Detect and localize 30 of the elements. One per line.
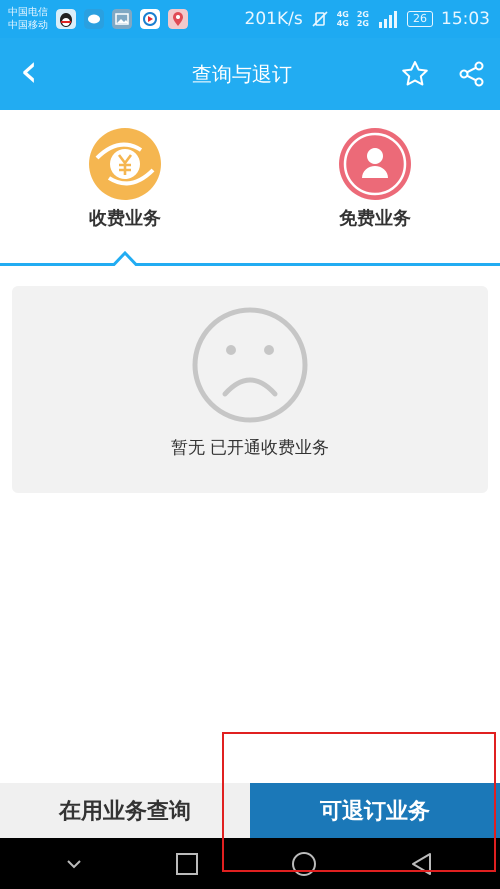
clock-time: 15:03	[441, 9, 490, 29]
chat-bubble-icon	[84, 9, 104, 29]
map-pin-icon	[168, 9, 188, 29]
gallery-icon	[112, 9, 132, 29]
page-title: 查询与退订	[191, 60, 293, 88]
service-tab[interactable]: 免费业务	[250, 110, 500, 266]
coin-icon	[89, 128, 161, 200]
carrier-name: 中国移动	[8, 19, 48, 32]
network-type-label: 4G	[336, 19, 349, 28]
penguin-app-icon	[56, 9, 76, 29]
network-type-label: 2G	[356, 19, 369, 28]
play-app-icon	[140, 9, 160, 29]
signal-icon	[377, 10, 399, 28]
sad-face-icon	[191, 306, 309, 424]
vibrate-off-icon	[310, 10, 329, 28]
network-type-label: 4G	[336, 10, 349, 19]
network-speed: 201K/s	[244, 9, 303, 29]
chevron-down-icon[interactable]	[66, 858, 82, 868]
back-icon[interactable]	[410, 852, 434, 876]
battery-indicator: 26	[407, 11, 433, 27]
empty-message: 暂无 已开通收费业务	[170, 437, 330, 459]
service-tab[interactable]: 收费业务	[0, 110, 250, 266]
person-icon	[339, 128, 411, 200]
carrier-name: 中国电信	[8, 6, 48, 19]
recent-apps-icon[interactable]	[174, 852, 199, 876]
action-button[interactable]: 可退订业务	[250, 783, 500, 838]
share-icon[interactable]	[458, 60, 486, 88]
home-icon[interactable]	[291, 850, 318, 876]
network-type-label: 2G	[356, 10, 369, 19]
action-button[interactable]: 在用业务查询	[0, 783, 250, 838]
